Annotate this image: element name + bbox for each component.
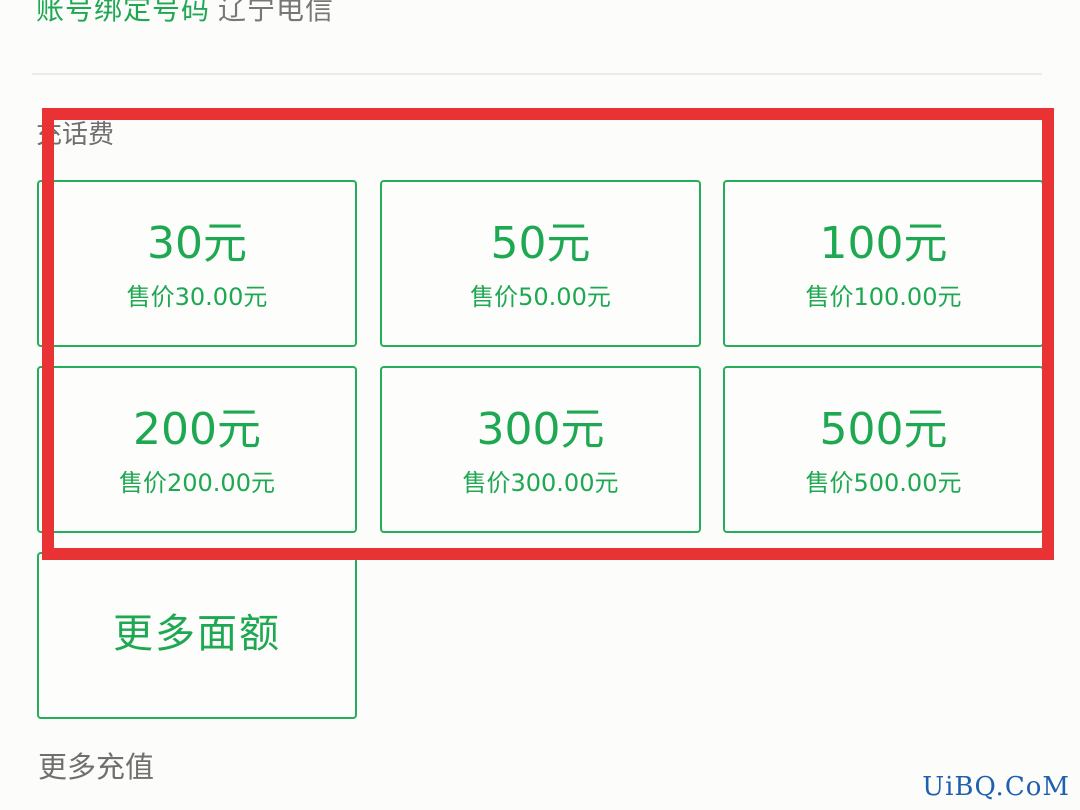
option-amount: 300元 (476, 404, 605, 455)
recharge-option-200[interactable]: 200元 售价200.00元 (37, 366, 357, 533)
recharge-option-50[interactable]: 50元 售价50.00元 (380, 180, 701, 347)
option-amount: 500元 (819, 404, 948, 455)
option-price: 售价50.00元 (470, 283, 611, 311)
option-amount: 30元 (147, 218, 247, 269)
option-price: 售价200.00元 (119, 469, 275, 497)
more-denominations-button[interactable]: 更多面额 (37, 552, 357, 719)
option-price: 售价30.00元 (126, 283, 268, 311)
recharge-option-300[interactable]: 300元 售价300.00元 (380, 366, 701, 533)
account-binding-label: 账号绑定号码 (36, 0, 211, 26)
recharge-option-500[interactable]: 500元 售价500.00元 (723, 366, 1044, 533)
recharge-option-30[interactable]: 30元 售价30.00元 (37, 180, 357, 347)
section-divider (32, 73, 1042, 75)
option-amount: 100元 (819, 218, 948, 269)
option-price: 售价100.00元 (805, 283, 962, 311)
more-denominations-label: 更多面额 (113, 611, 281, 657)
recharge-page: 账号绑定号码 辽宁电信 充话费 30元 售价30.00元 50元 售价50.00元… (0, 0, 1080, 810)
account-binding-row: 账号绑定号码 辽宁电信 (36, 0, 334, 28)
option-amount: 50元 (490, 218, 591, 269)
option-price: 售价500.00元 (805, 469, 962, 497)
more-recharge-title: 更多充值 (38, 750, 155, 784)
carrier-name: 辽宁电信 (218, 0, 335, 26)
recharge-option-100[interactable]: 100元 售价100.00元 (723, 180, 1044, 347)
option-price: 售价300.00元 (462, 469, 619, 497)
watermark: UiBQ.CoM (922, 772, 1070, 802)
option-amount: 200元 (133, 404, 261, 455)
recharge-section-title: 充话费 (36, 120, 115, 150)
